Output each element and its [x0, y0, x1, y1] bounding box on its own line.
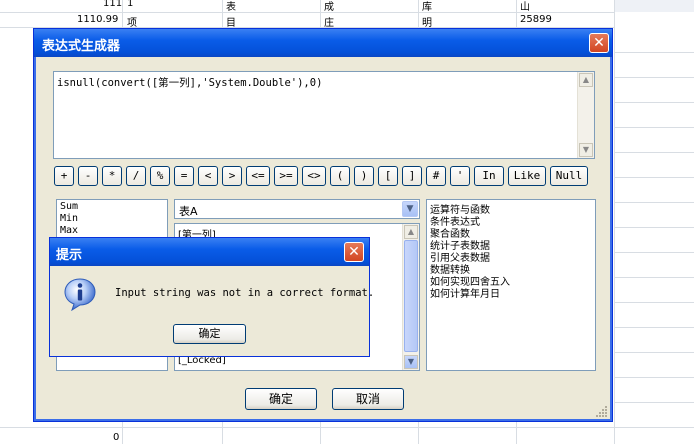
cell[interactable]: 库: [422, 0, 432, 13]
scroll-down-icon[interactable]: ▼: [579, 143, 593, 157]
close-button[interactable]: ✕: [589, 33, 609, 53]
expression-input[interactable]: isnull(convert([第一列],'System.Double'),0)…: [53, 71, 595, 159]
operator-less-button[interactable]: <: [198, 166, 218, 186]
scroll-thumb[interactable]: [404, 240, 418, 352]
list-item[interactable]: Min: [60, 213, 78, 224]
cell[interactable]: 目: [226, 14, 236, 29]
sheet-header-strip: [614, 0, 694, 12]
operator-like-button[interactable]: Like: [508, 166, 546, 186]
cell[interactable]: 1: [127, 0, 133, 9]
scroll-up-icon[interactable]: ▲: [404, 225, 418, 239]
operator-modulo-button[interactable]: %: [150, 166, 170, 186]
operator-divide-button[interactable]: /: [126, 166, 146, 186]
operator-less-equal-button[interactable]: <=: [246, 166, 270, 186]
info-icon: [64, 278, 96, 311]
scroll-down-icon[interactable]: ▼: [404, 355, 418, 369]
operator-null-button[interactable]: Null: [550, 166, 588, 186]
cell[interactable]: 1110.99: [77, 14, 118, 25]
cell[interactable]: 项: [127, 14, 137, 29]
close-icon: ✕: [348, 244, 360, 260]
message-text: Input string was not in a correct format…: [115, 287, 375, 299]
operator-plus-button[interactable]: +: [54, 166, 74, 186]
message-close-button[interactable]: ✕: [344, 242, 364, 262]
operator-in-button[interactable]: In: [474, 166, 504, 186]
operator-close-paren-button[interactable]: ): [354, 166, 374, 186]
message-dialog: 提示 ✕ Input string was not in a correct f…: [49, 237, 374, 357]
operator-greater-button[interactable]: >: [222, 166, 242, 186]
operator-minus-button[interactable]: -: [78, 166, 98, 186]
cell[interactable]: 成: [324, 0, 334, 13]
chevron-down-icon[interactable]: ▼: [402, 201, 418, 217]
dialog-titlebar[interactable]: 表达式生成器 ✕: [34, 29, 612, 57]
cell[interactable]: 25899: [520, 14, 552, 25]
cell[interactable]: 明: [422, 14, 432, 29]
resize-grip[interactable]: [596, 406, 608, 418]
cell[interactable]: 表: [226, 0, 236, 13]
message-ok-button[interactable]: 确定: [173, 324, 246, 344]
cell[interactable]: 0: [113, 432, 119, 443]
close-icon: ✕: [593, 35, 605, 51]
list-item[interactable]: 如何计算年月日: [430, 285, 500, 300]
list-item[interactable]: Max: [60, 225, 78, 236]
operator-open-bracket-button[interactable]: [: [378, 166, 398, 186]
operator-hash-button[interactable]: #: [426, 166, 446, 186]
cell[interactable]: 山: [520, 0, 530, 13]
table-select-value: 表A: [179, 205, 198, 218]
list-item[interactable]: Sum: [60, 201, 78, 212]
ok-button[interactable]: 确定: [245, 388, 317, 410]
operator-close-bracket-button[interactable]: ]: [402, 166, 422, 186]
message-title: 提示: [56, 248, 83, 263]
dialog-title: 表达式生成器: [42, 39, 121, 54]
help-list[interactable]: 运算符与函数 条件表达式 聚合函数 统计子表数据 引用父表数据 数据转换 如何实…: [426, 199, 596, 371]
scroll-up-icon[interactable]: ▲: [579, 73, 593, 87]
column-list-scrollbar[interactable]: ▲ ▼: [402, 224, 419, 370]
expression-text: isnull(convert([第一列],'System.Double'),0): [57, 77, 323, 89]
message-titlebar[interactable]: 提示 ✕: [50, 238, 369, 266]
operator-equals-button[interactable]: =: [174, 166, 194, 186]
operator-not-equal-button[interactable]: <>: [302, 166, 326, 186]
cancel-button[interactable]: 取消: [332, 388, 404, 410]
expression-scrollbar[interactable]: ▲ ▼: [577, 72, 594, 158]
operator-multiply-button[interactable]: *: [102, 166, 122, 186]
cell[interactable]: 111: [103, 0, 122, 9]
cell[interactable]: 庄: [324, 14, 334, 29]
table-select[interactable]: 表A ▼: [174, 199, 420, 219]
expression-builder-dialog: 表达式生成器 ✕ isnull(convert([第一列],'System.Do…: [33, 28, 613, 422]
operator-quote-button[interactable]: ': [450, 166, 470, 186]
operator-open-paren-button[interactable]: (: [330, 166, 350, 186]
operator-greater-equal-button[interactable]: >=: [274, 166, 298, 186]
